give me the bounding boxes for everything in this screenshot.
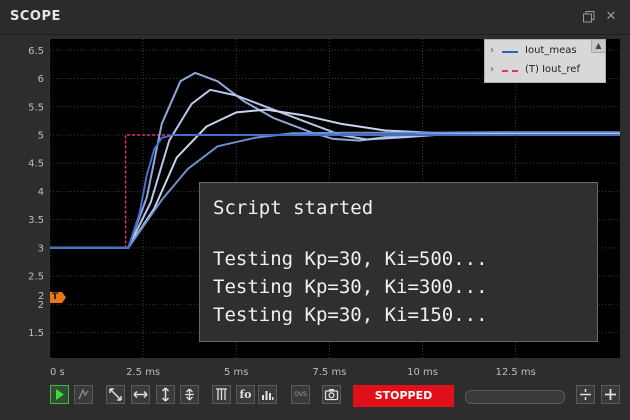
y-tick-label: 4 <box>38 187 44 198</box>
y-tick-label: 5 <box>38 130 44 141</box>
legend-entry[interactable]: › (T) Iout_ref <box>485 62 605 80</box>
legend-entry[interactable]: › Iout_meas <box>485 43 605 61</box>
decrease-button[interactable] <box>576 385 595 404</box>
fo-icon: fo <box>239 388 252 401</box>
legend-label: Iout_meas <box>525 45 577 56</box>
chevron-up-icon[interactable]: ▲ <box>591 40 605 53</box>
x-tick-label: 5 ms <box>224 367 249 378</box>
autoscale-y-button[interactable] <box>180 385 199 404</box>
console-line: Testing Kp=30, Ki=300... <box>213 276 488 298</box>
toolbar: fo OVS STOPPED <box>0 382 630 420</box>
vertical-arrow-bar-icon <box>185 388 194 401</box>
y-tick-label: 2.5 <box>28 272 44 283</box>
vertical-arrows-icon <box>161 387 170 402</box>
snapshot-button[interactable] <box>322 385 341 404</box>
fft-button[interactable]: fo <box>236 385 255 404</box>
y-tick-label: 5.5 <box>28 102 44 113</box>
y-tick-label: 4.5 <box>28 159 44 170</box>
x-tick-label: 12.5 ms <box>495 367 535 378</box>
y-tick-label: 6.5 <box>28 46 44 57</box>
x-tick-label: 2.5 ms <box>126 367 160 378</box>
increase-button[interactable] <box>601 385 620 404</box>
x-axis-ticks: 0 s 2.5 ms 5 ms 7.5 ms 10 ms 12.5 ms <box>50 367 536 378</box>
y-tick-label: 3.5 <box>28 215 44 226</box>
x-tick-label: 7.5 ms <box>312 367 346 378</box>
measurement-button[interactable] <box>212 385 231 404</box>
trigger-level-label: 2 <box>38 291 45 302</box>
zoom-fit-button[interactable] <box>106 385 125 404</box>
legend[interactable]: › Iout_meas › (T) Iout_ref ▲ <box>484 39 606 83</box>
chevron-right-icon[interactable]: › <box>490 64 494 75</box>
legend-swatch-solid <box>502 51 518 53</box>
horizontal-arrows-icon <box>133 390 148 399</box>
progress-slider[interactable] <box>465 390 565 404</box>
script-console: Script started Testing Kp=30, Ki=500... … <box>199 182 598 342</box>
measure-icon <box>216 388 227 400</box>
console-line: Testing Kp=30, Ki=500... <box>213 248 488 270</box>
ovs-button[interactable]: OVS <box>291 385 310 404</box>
console-line: Script started <box>213 197 374 219</box>
y-tick-label: 3 <box>38 243 44 254</box>
histogram-button[interactable] <box>258 385 277 404</box>
zoom-vertical-button[interactable] <box>156 385 175 404</box>
title-bar: SCOPE ✕ <box>0 0 630 35</box>
status-badge: STOPPED <box>353 385 454 407</box>
run-button[interactable] <box>50 385 69 404</box>
play-icon <box>56 389 64 400</box>
window-title: SCOPE <box>10 9 61 24</box>
x-tick-label: 0 s <box>50 367 65 378</box>
ovs-icon: OVS <box>294 391 307 398</box>
diagonal-arrows-icon <box>109 388 122 401</box>
x-tick-label: 10 ms <box>407 367 438 378</box>
plus-icon <box>605 389 616 400</box>
camera-icon <box>324 389 339 401</box>
y-tick-label: 1.5 <box>28 328 44 339</box>
restore-icon[interactable] <box>582 10 596 24</box>
legend-swatch-dashed <box>502 70 518 72</box>
bar-chart-icon <box>262 391 274 400</box>
chevron-right-icon[interactable]: › <box>490 45 494 56</box>
y-tick-label: 6 <box>38 74 44 85</box>
single-shot-button[interactable] <box>74 385 93 404</box>
legend-label: (T) Iout_ref <box>525 64 580 75</box>
zoom-horizontal-button[interactable] <box>131 385 150 404</box>
close-icon[interactable]: ✕ <box>604 10 618 24</box>
divide-icon <box>580 389 591 400</box>
console-line: Testing Kp=30, Ki=150... <box>213 304 488 326</box>
single-shot-icon <box>78 388 89 400</box>
